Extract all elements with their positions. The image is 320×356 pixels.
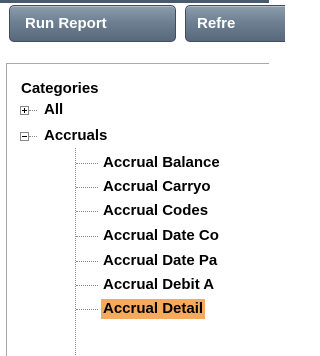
categories-title: Categories [21, 80, 99, 97]
tree-connector [76, 261, 98, 262]
refresh-button[interactable]: Refre [185, 5, 285, 42]
tree-connector [29, 110, 37, 111]
tree-guide-line [75, 148, 76, 356]
tree-connector [76, 236, 98, 237]
tree-connector [76, 309, 98, 310]
tree-connector [76, 163, 98, 164]
toolbar-top-border [0, 0, 269, 3]
tree-node-accruals[interactable]: Accruals [7, 126, 207, 148]
collapse-minus-icon[interactable] [20, 132, 29, 141]
tree-leaf-accrual-debit[interactable]: Accrual Debit A [101, 275, 216, 295]
expand-plus-icon[interactable] [20, 106, 29, 115]
tree-connector [76, 285, 98, 286]
tree-node-all[interactable]: All [7, 100, 207, 122]
tree-leaf-accrual-date-pa[interactable]: Accrual Date Pa [101, 251, 219, 271]
tree-connector [29, 136, 37, 137]
tree-leaf-accrual-carryover[interactable]: Accrual Carryo [101, 177, 213, 197]
tree-leaf-accrual-detail[interactable]: Accrual Detail [101, 299, 206, 319]
tree-leaf-accrual-date-co[interactable]: Accrual Date Co [101, 226, 221, 246]
tree-leaf-accrual-codes[interactable]: Accrual Codes [101, 201, 210, 221]
toolbar: Run Report Refre [0, 0, 285, 52]
tree-node-label: All [44, 101, 64, 118]
tree-connector [76, 187, 98, 188]
categories-panel: Categories All Accruals Accrual Balance … [6, 63, 269, 356]
tree-connector [76, 211, 98, 212]
tree-node-label: Accruals [44, 127, 108, 144]
run-report-button[interactable]: Run Report [9, 5, 176, 42]
tree-leaf-accrual-balance[interactable]: Accrual Balance [101, 153, 222, 173]
